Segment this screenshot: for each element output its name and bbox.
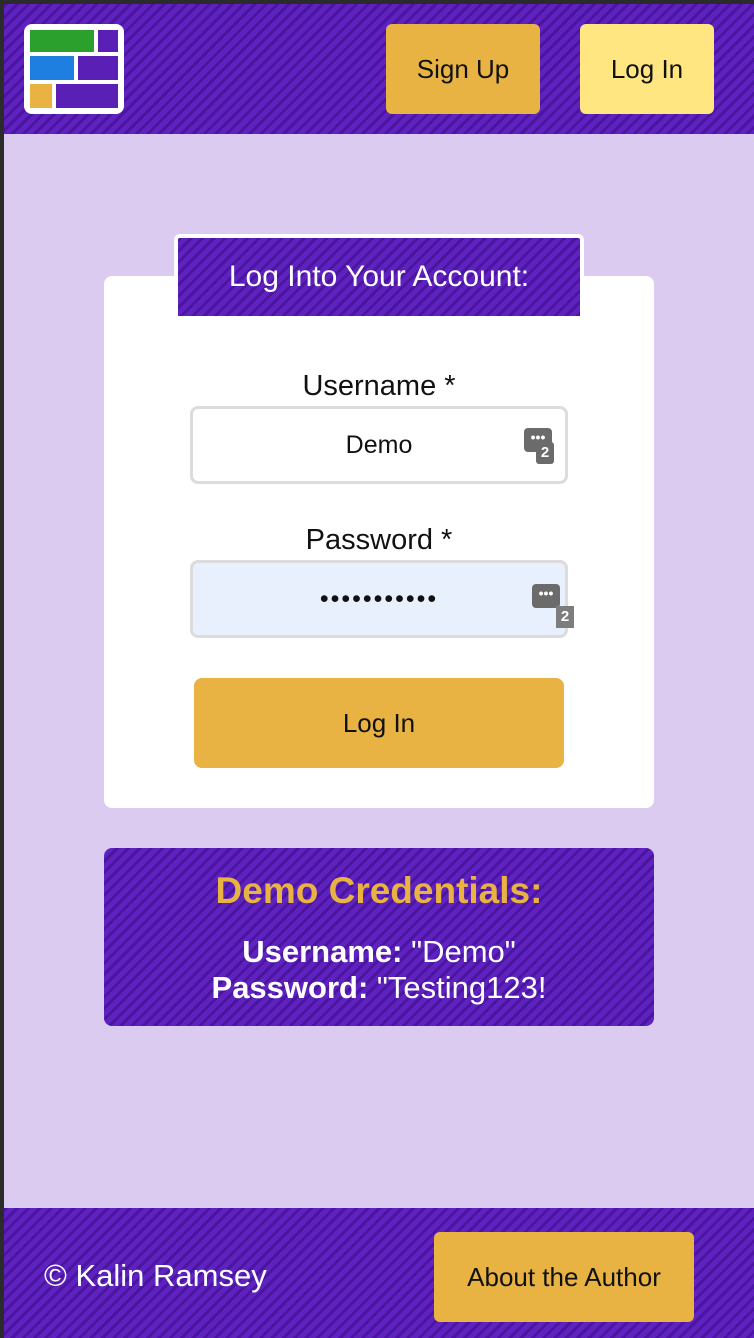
logo-block-green <box>30 30 94 52</box>
logo-block-purple <box>98 30 118 52</box>
grid-logo-icon[interactable] <box>24 24 124 114</box>
username-label: Username * <box>302 370 456 402</box>
log-in-nav-button[interactable]: Log In <box>580 24 714 114</box>
demo-credentials-panel: Demo Credentials: Username: "Demo" Passw… <box>104 848 654 1026</box>
footer: © Kalin Ramsey About the Author <box>4 1208 754 1338</box>
copyright-text: © Kalin Ramsey <box>44 1258 267 1293</box>
demo-username-line: Username: "Demo" <box>104 934 654 970</box>
demo-username-value: "Demo" <box>402 934 516 969</box>
login-card-title: Log Into Your Account: <box>174 234 584 316</box>
demo-password-value: "Testing123! <box>368 970 547 1005</box>
logo-block-purple <box>78 56 118 80</box>
demo-credentials-title: Demo Credentials: <box>215 870 543 911</box>
username-input[interactable] <box>190 406 568 484</box>
password-input[interactable] <box>190 560 568 638</box>
logo-block-blue <box>30 56 74 80</box>
logo-block-purple <box>56 84 118 108</box>
logo-block-gold <box>30 84 52 108</box>
password-manager-icon[interactable]: ••• <box>532 584 560 608</box>
about-the-author-button[interactable]: About the Author <box>434 1232 694 1322</box>
page: Sign Up Log In Log Into Your Account: Us… <box>4 4 754 1338</box>
top-nav: Sign Up Log In <box>4 4 754 134</box>
demo-username-key: Username: <box>242 934 403 969</box>
password-label: Password * <box>305 524 453 556</box>
sign-up-button[interactable]: Sign Up <box>386 24 540 114</box>
password-manager-count-badge: 2 <box>556 606 574 628</box>
password-manager-count-badge: 2 <box>536 442 554 464</box>
demo-password-key: Password: <box>211 970 369 1005</box>
log-in-submit-button[interactable]: Log In <box>194 678 564 768</box>
demo-password-line: Password: "Testing123! <box>104 970 654 1006</box>
